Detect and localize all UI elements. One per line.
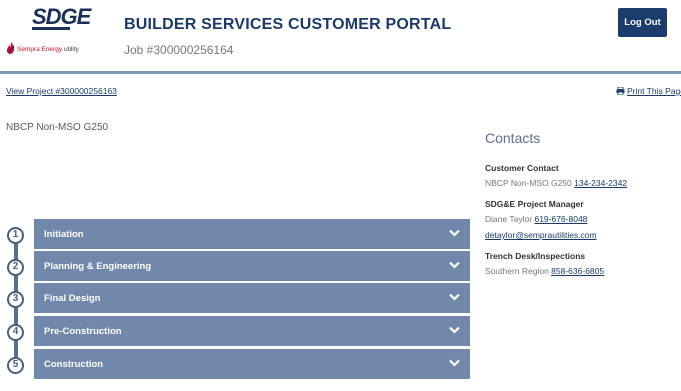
contact-name: NBCP Non-MSO G250 <box>485 178 572 188</box>
step-label: Final Design <box>44 293 101 304</box>
contact-line: detaylor@semprautilities.com <box>485 230 681 240</box>
manager-email-link[interactable]: detaylor@semprautilities.com <box>485 230 597 240</box>
step-number-badge: 1 <box>7 227 24 244</box>
contact-heading: Trench Desk/Inspections <box>485 251 586 261</box>
header: SDGE Sempra Energy utility BUILDER SERVI… <box>0 0 681 71</box>
logo-underline <box>32 27 70 30</box>
step-pre-construction-accordion[interactable]: Pre-Construction <box>34 316 470 347</box>
header-divider <box>0 71 681 74</box>
printer-icon <box>616 87 625 95</box>
contacts-panel: Contacts Customer Contact NBCP Non-MSO G… <box>485 130 681 287</box>
step-construction: 5 Construction <box>0 349 470 380</box>
manager-phone-link[interactable]: 619-676-8048 <box>534 214 587 224</box>
trench-phone-link[interactable]: 858-636-6805 <box>551 266 604 276</box>
chevron-down-icon <box>449 229 460 237</box>
step-label: Pre-Construction <box>44 326 122 337</box>
logo-tagline: Sempra Energy utility <box>6 42 79 54</box>
project-manager-contact: SDG&E Project Manager Diane Taylor 619-6… <box>485 199 681 240</box>
chevron-down-icon <box>449 359 460 367</box>
trench-desk-contact: Trench Desk/Inspections Southern Region … <box>485 251 681 276</box>
logout-button[interactable]: Log Out <box>618 8 667 37</box>
step-initiation-accordion[interactable]: Initiation <box>34 219 470 250</box>
job-number: Job #300000256164 <box>124 43 234 57</box>
step-construction-accordion[interactable]: Construction <box>34 349 470 380</box>
customer-contact: Customer Contact NBCP Non-MSO G250 134-2… <box>485 163 681 188</box>
step-final-design: 3 Final Design <box>0 283 470 314</box>
logo-utility-text: utility <box>63 46 79 53</box>
step-planning-engineering: 2 Planning & Engineering <box>0 251 470 282</box>
step-label: Initiation <box>44 229 84 240</box>
contact-heading: SDG&E Project Manager <box>485 199 584 209</box>
step-number-badge: 5 <box>7 357 24 374</box>
step-pre-construction: 4 Pre-Construction <box>0 316 470 347</box>
chevron-down-icon <box>449 261 460 269</box>
page-title: BUILDER SERVICES CUSTOMER PORTAL <box>124 16 452 33</box>
step-initiation: 1 Initiation <box>0 219 470 250</box>
contact-line: Southern Region 858-636-6805 <box>485 266 681 276</box>
logo-sempra-text: Sempra Energy <box>17 46 63 53</box>
contact-heading: Customer Contact <box>485 163 559 173</box>
print-page-label: Print This Page <box>627 86 681 96</box>
project-name: NBCP Non-MSO G250 <box>6 122 109 133</box>
step-label: Construction <box>44 359 104 370</box>
step-number-badge: 3 <box>7 291 24 308</box>
contacts-title: Contacts <box>485 130 541 146</box>
contact-line: NBCP Non-MSO G250 134-234-2342 <box>485 178 681 188</box>
contact-name: Southern Region <box>485 266 549 276</box>
sempra-flame-icon <box>6 42 15 54</box>
chevron-down-icon <box>449 326 460 334</box>
step-final-design-accordion[interactable]: Final Design <box>34 283 470 314</box>
view-project-link[interactable]: View Project #300000256163 <box>6 86 117 96</box>
contact-name: Diane Taylor <box>485 214 533 224</box>
contact-line: Diane Taylor 619-676-8048 <box>485 214 681 224</box>
chevron-down-icon <box>449 293 460 301</box>
step-planning-engineering-accordion[interactable]: Planning & Engineering <box>34 251 470 282</box>
step-label: Planning & Engineering <box>44 261 152 272</box>
customer-phone-link[interactable]: 134-234-2342 <box>574 178 627 188</box>
step-number-badge: 2 <box>7 259 24 276</box>
step-number-badge: 4 <box>7 324 24 341</box>
print-page-link[interactable]: Print This Page <box>616 86 681 96</box>
project-steps: 1 Initiation 2 Planning & Engineering 3 … <box>0 219 470 380</box>
sdge-logo[interactable]: SDGE Sempra Energy utility <box>6 4 91 64</box>
